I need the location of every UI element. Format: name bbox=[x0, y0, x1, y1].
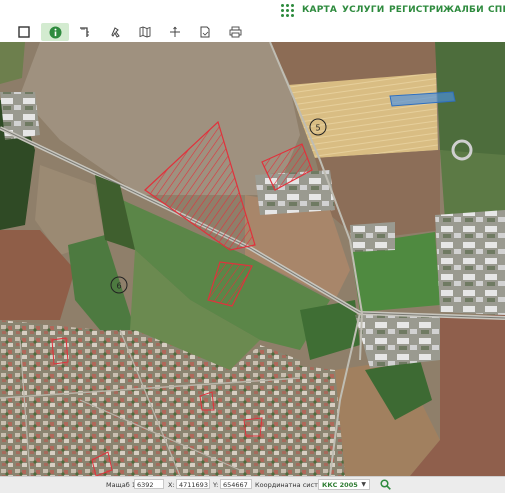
map-layers-icon bbox=[139, 26, 151, 38]
document-icon bbox=[200, 26, 210, 38]
industrial-area bbox=[355, 315, 440, 368]
nav-link-help[interactable]: СПРА bbox=[488, 5, 505, 15]
x-coordinate-label: X: bbox=[168, 481, 175, 489]
map-view[interactable]: 5 6 bbox=[0, 42, 505, 476]
search-icon bbox=[379, 479, 391, 490]
field bbox=[440, 150, 505, 220]
apps-grid-icon[interactable] bbox=[281, 4, 295, 18]
marker-label: 5 bbox=[315, 124, 320, 133]
satellite-imagery[interactable]: 5 6 bbox=[0, 42, 505, 476]
select-rectangle-icon bbox=[18, 26, 30, 38]
nav-link-map[interactable]: КАРТА bbox=[302, 5, 337, 15]
y-coordinate-value: 654667 bbox=[220, 479, 252, 489]
map-layers-tool[interactable] bbox=[131, 23, 159, 41]
pan-tool[interactable] bbox=[101, 23, 129, 41]
measure-angle-tool[interactable] bbox=[71, 23, 99, 41]
nav-link-complaints[interactable]: ЖАЛБИ bbox=[443, 5, 484, 15]
select-rectangle-tool[interactable] bbox=[10, 23, 38, 41]
coordinate-search-button[interactable] bbox=[376, 478, 394, 491]
measure-angle-icon bbox=[80, 27, 89, 37]
info-tool[interactable] bbox=[41, 23, 69, 41]
nav-link-registers[interactable]: РЕГИСТРИ bbox=[389, 5, 443, 15]
status-bar: Мащаб 1: 6392 X: 4711693 Y: 654667 Коорд… bbox=[0, 476, 505, 493]
y-coordinate-label: Y: bbox=[213, 481, 219, 489]
chevron-down-icon: ▼ bbox=[361, 481, 366, 488]
position-cross-icon bbox=[170, 26, 180, 37]
print-icon bbox=[229, 26, 241, 38]
position-cross-tool[interactable] bbox=[161, 23, 189, 41]
map-toolbar bbox=[0, 22, 505, 43]
info-icon bbox=[49, 26, 61, 38]
pan-icon bbox=[111, 27, 120, 38]
marker-label: 6 bbox=[116, 282, 121, 291]
industrial-area bbox=[435, 210, 505, 315]
field bbox=[0, 42, 25, 84]
crs-value: ККС 2005 bbox=[322, 481, 358, 489]
x-coordinate-value: 4711693 bbox=[176, 479, 210, 489]
industrial-area bbox=[350, 222, 395, 252]
top-navigation: КАРТА УСЛУГИ РЕГИСТРИ ЖАЛБИ СПРА bbox=[0, 0, 505, 22]
print-tool[interactable] bbox=[221, 23, 249, 41]
crs-select[interactable]: ККС 2005 ▼ bbox=[318, 479, 370, 490]
document-tool[interactable] bbox=[191, 23, 219, 41]
grain-field bbox=[288, 73, 438, 158]
nav-link-services[interactable]: УСЛУГИ bbox=[342, 5, 384, 15]
scale-value: 6392 bbox=[134, 479, 164, 489]
